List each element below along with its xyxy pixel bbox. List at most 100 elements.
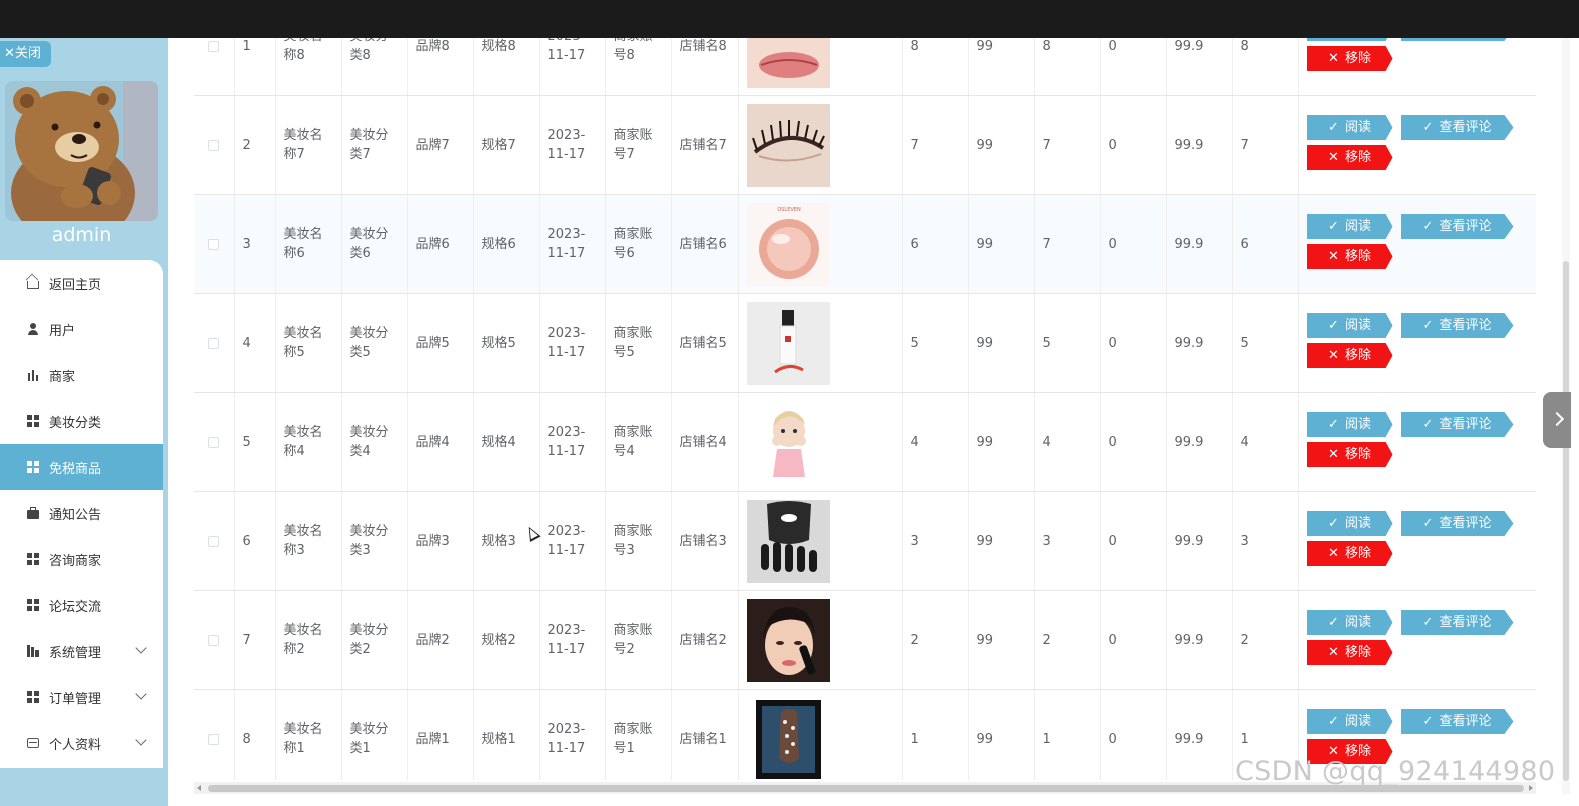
close-sidebar-button[interactable]: ✕关闭 [0,41,51,67]
row-select-cell [194,293,235,393]
read-button[interactable]: ✓阅读 [1306,610,1393,635]
cell-name: 美妆名称5 [275,293,342,393]
menu-item-merchants[interactable]: 商家 [0,352,163,398]
view-reviews-button[interactable]: ✓查看评论 [1400,412,1514,437]
cell-actions: ✓ 阅读 ✓ 查看评论 ✕ 移除 [1298,491,1536,591]
cell-value: 0 [1100,194,1167,294]
remove-button[interactable]: ✕ 移除 [1306,640,1393,665]
menu-label: 返回主页 [49,277,102,293]
menu-label: 论坛交流 [49,599,102,615]
read-button[interactable]: ✓阅读 [1306,412,1393,437]
cell-value: 0 [1100,689,1167,780]
menu-item-consult[interactable]: 咨询商家 [0,536,163,582]
view-reviews-button[interactable]: ✓查看评论 [1400,709,1514,734]
cell-price: 99.9 [1166,293,1233,393]
check-icon: ✓ [1328,714,1339,729]
row-checkbox[interactable] [208,139,220,151]
cell-value: 5 [1232,293,1299,393]
row-checkbox[interactable] [208,535,220,547]
cell-value: 2 [902,590,969,690]
menu-item-system[interactable]: 系统管理 [0,628,163,674]
row-checkbox[interactable] [208,238,220,250]
menu-item-orders[interactable]: 订单管理 [0,674,163,720]
product-image[interactable] [746,499,830,583]
remove-button[interactable]: ✕ 移除 [1306,244,1393,269]
read-button[interactable]: ✓阅读 [1306,709,1393,734]
read-button[interactable]: ✓阅读 [1306,38,1393,41]
cell-category: 美妆分类8 [341,38,408,96]
grid-icon [27,691,39,703]
product-image[interactable]: OSLEVEN [746,202,830,286]
row-checkbox[interactable] [208,733,220,745]
cell-actions: ✓ 阅读 ✓ 查看评论 ✕ 移除 [1298,95,1536,195]
table-row: 7 美妆名称2 美妆分类2 品牌2 规格2 2023-11-17 商家账号2 店铺名2 2 99 2… [194,590,1536,690]
product-image[interactable] [746,400,830,484]
menu-item-users[interactable]: 用户 [0,306,163,352]
cell-index: 5 [234,392,276,492]
scrollbar-thumb[interactable] [1563,261,1569,781]
product-image[interactable] [746,697,830,780]
view-reviews-button[interactable]: ✓查看评论 [1400,511,1514,536]
row-checkbox[interactable] [208,436,220,448]
close-icon: ✕ [1328,249,1339,264]
cell-category: 美妆分类6 [341,194,408,294]
view-reviews-button[interactable]: ✓查看评论 [1400,115,1514,140]
cell-value: 6 [1232,194,1299,294]
menu-item-forum[interactable]: 论坛交流 [0,582,163,628]
username: admin [51,224,112,246]
cell-actions: ✓ 阅读 ✓ 查看评论 ✕ 移除 [1298,293,1536,393]
remove-button[interactable]: ✕ 移除 [1306,46,1393,71]
remove-label: 移除 [1344,348,1371,363]
home-icon [27,281,39,289]
product-image[interactable] [746,38,830,88]
menu-item-duty-free-products[interactable]: 免税商品 [0,444,163,490]
cell-value: 5 [902,293,969,393]
cell-name: 美妆名称1 [275,689,342,780]
cell-price: 99.9 [1166,194,1233,294]
check-icon: ✓ [1328,417,1339,432]
expand-panel-button[interactable] [1543,392,1571,448]
cell-price: 99.9 [1166,392,1233,492]
read-button[interactable]: ✓阅读 [1306,115,1393,140]
cell-value: 99 [968,38,1035,96]
remove-label: 移除 [1344,546,1371,561]
product-image[interactable] [746,301,830,385]
check-icon: ✓ [1328,219,1339,234]
product-image[interactable] [746,598,830,682]
menu-item-notices[interactable]: 通知公告 [0,490,163,536]
remove-button[interactable]: ✕ 移除 [1306,442,1393,467]
cell-value: 1 [1034,689,1101,780]
watermark: CSDN @qq_924144980 [1235,756,1556,787]
cell-value: 6 [902,194,969,294]
view-reviews-button[interactable]: ✓查看评论 [1400,610,1514,635]
read-button[interactable]: ✓阅读 [1306,214,1393,239]
row-checkbox[interactable] [208,634,220,646]
cell-value: 99 [968,293,1035,393]
menu-item-profile[interactable]: 个人资料 [0,720,163,766]
read-button[interactable]: ✓阅读 [1306,511,1393,536]
cell-value: 4 [1034,392,1101,492]
cell-spec: 规格7 [473,95,540,195]
cell-shop: 店铺名8 [671,38,739,96]
cell-value: 7 [1034,95,1101,195]
cell-brand: 品牌2 [407,590,474,690]
close-icon: ✕ [1328,447,1339,462]
remove-button[interactable]: ✕ 移除 [1306,541,1393,566]
check-icon: ✓ [1422,318,1434,333]
menu-item-home[interactable]: 返回主页 [0,260,163,306]
cell-value: 99 [968,590,1035,690]
view-reviews-button[interactable]: ✓查看评论 [1400,313,1514,338]
cell-spec: 规格5 [473,293,540,393]
row-checkbox[interactable] [208,40,220,52]
scroll-left-icon[interactable] [197,785,201,791]
cell-date: 2023-11-17 [539,392,606,492]
remove-button[interactable]: ✕ 移除 [1306,343,1393,368]
remove-button[interactable]: ✕ 移除 [1306,145,1393,170]
view-reviews-button[interactable]: ✓查看评论 [1400,38,1514,41]
read-button[interactable]: ✓阅读 [1306,313,1393,338]
view-reviews-button[interactable]: ✓查看评论 [1400,214,1514,239]
menu-item-categories[interactable]: 美妆分类 [0,398,163,444]
cell-price: 99.9 [1166,491,1233,591]
product-image[interactable] [746,103,830,187]
row-checkbox[interactable] [208,337,220,349]
